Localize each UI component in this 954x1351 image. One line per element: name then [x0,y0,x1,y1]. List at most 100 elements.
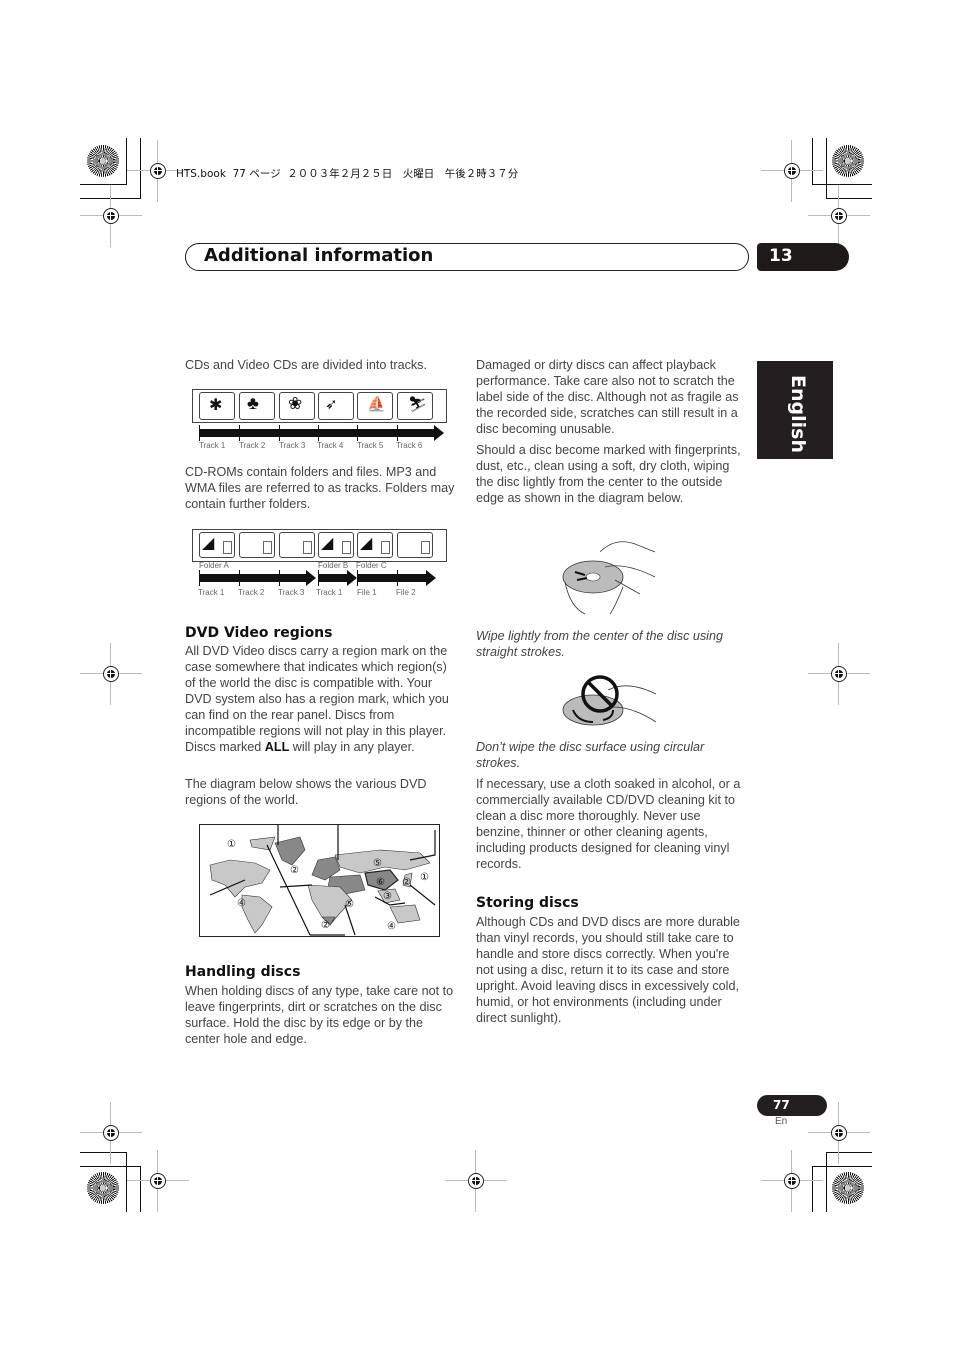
registration-mark-icon [761,1150,823,1212]
folder-a-arrow [199,570,316,586]
flower-icon: ❀ [288,394,303,413]
color-registration-star-icon [87,145,119,177]
no-circular-svg [562,675,657,726]
track-tick [199,425,200,441]
folder-c-arrow [357,570,436,586]
region-label: ① [227,839,236,850]
track-frame: ⛵ [357,392,393,420]
crop-mark [812,138,813,184]
track-label: Track 3 [279,441,306,450]
skater-icon: ⛷ [408,396,428,413]
no-circular-caption: Don’t wipe the disc surface using circul… [476,740,705,770]
registration-mark-icon [80,643,142,705]
cleaning-paragraph: Should a disc become marked with fingerp… [476,443,741,505]
chapter-number: 13 [769,246,793,266]
crop-mark [826,1152,872,1153]
track-tick [357,425,358,441]
all-region-mark: ALL [264,740,290,754]
dvd-regions-heading: DVD Video regions [185,625,333,641]
registration-mark-icon [445,1150,507,1212]
item-label: Track 1 [198,588,225,597]
registration-mark-icon [761,140,823,202]
dvd-diagram-intro: The diagram below shows the various DVD … [185,777,427,807]
track-tick [199,570,200,586]
color-registration-star-icon [87,1172,119,1204]
crop-mark [80,184,127,185]
color-registration-star-icon [832,1172,864,1204]
track-tick [279,570,280,586]
track-tick [318,570,319,586]
disc-wipe-svg [562,541,656,615]
region-label: ② [290,865,299,876]
item-label: Track 2 [238,588,265,597]
folder-frame: ◢ [357,532,393,558]
registration-mark-icon [808,643,870,705]
registration-mark-icon [80,185,142,247]
file-icon [342,541,351,554]
folder-icon: ◢ [360,535,373,552]
track-frame: ✱ [199,392,235,420]
folder-label: Folder A [199,561,229,570]
page-number-badge: 77 [757,1095,827,1116]
registration-mark-icon [808,1102,870,1164]
track-frame: ❀ [279,392,315,420]
registration-mark-icon [127,140,189,202]
crop-mark [812,1166,813,1212]
crop-mark [80,1166,141,1167]
file-icon [263,541,272,554]
page-number: 77 [773,1098,790,1112]
track-tick [397,425,398,441]
track-label: Track 6 [396,441,423,450]
track-label: Track 5 [357,441,384,450]
wipe-straight-illustration [555,532,665,617]
folder-frame: ◢ [199,532,235,558]
folder-icon: ◢ [202,535,215,552]
folders-intro: CD-ROMs contain folders and files. MP3 a… [185,465,455,511]
track-frame: ♣ [239,392,275,420]
file-icon [303,541,312,554]
language-label: English [787,375,809,453]
language-side-tab: English [757,361,833,459]
color-registration-star-icon [832,145,864,177]
section-header-bar: Additional information [185,243,749,271]
region-label: ⑥ [376,877,385,888]
south-america-region-4 [241,894,273,934]
wipe-straight-caption: Wipe lightly from the center of the disc… [476,629,723,659]
file-icon [223,541,232,554]
folder-label: Folder C [356,561,387,570]
file-frame [239,532,275,558]
alcohol-paragraph: If necessary, use a cloth soaked in alco… [476,777,741,871]
windsurfer-icon: ⛵ [367,396,386,413]
dvd-regions-body: All DVD Video discs carry a region mark … [185,643,457,755]
section-title: Additional information [204,245,434,266]
dvd-regions-text-end: will play in any player. [289,740,415,754]
track-tick [279,425,280,441]
crop-mark [826,138,827,198]
track-label: Track 4 [317,441,344,450]
crop-mark [140,1166,141,1212]
track-tick [239,425,240,441]
crop-mark [126,138,127,184]
registration-mark-icon [80,1102,142,1164]
alaska-region [249,836,276,851]
bird-icon: ➶ [325,396,338,413]
file-frame [279,532,315,558]
crop-mark [826,1152,827,1212]
dvd-region-map: ① ② ⑤ ② ① ④ ⑤ ⑥ ③ ② ④ [199,824,440,937]
asia-region-5 [334,849,431,874]
chapter-number-badge: 13 [757,243,849,271]
track-tick [397,570,398,586]
tracks-intro: CDs and Video CDs are divided into track… [185,358,427,372]
crop-mark [812,184,872,185]
region-label: ③ [383,891,392,902]
folder-frame: ◢ [318,532,354,558]
folder-label: Folder B [318,561,349,570]
handling-body: When holding discs of any type, take car… [185,984,454,1046]
track-frame: ⛷ [397,392,433,420]
item-label: File 1 [357,588,377,597]
region-label: ⑤ [373,858,382,869]
crop-mark [812,1166,872,1167]
track-tick [357,570,358,586]
track-tick [239,570,240,586]
file-icon [381,541,390,554]
